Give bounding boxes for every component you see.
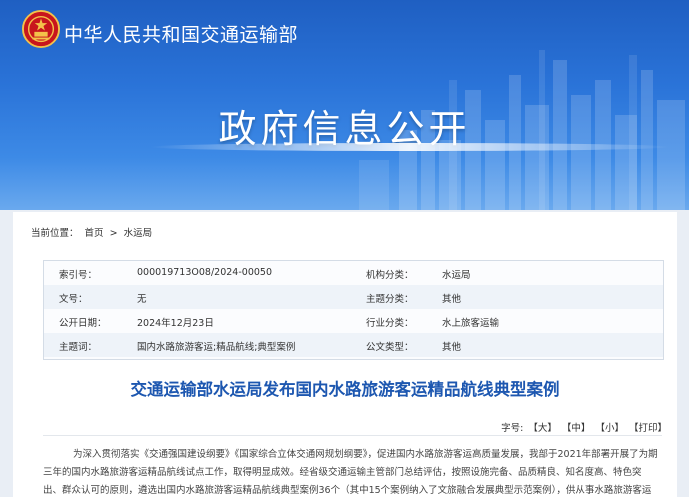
- docno-label: 文号：: [59, 294, 88, 305]
- font-large-button[interactable]: 【大】: [528, 423, 557, 434]
- industry-value: 水上旅客运输: [442, 318, 500, 329]
- breadcrumb-home-link[interactable]: 首页: [85, 228, 104, 239]
- divider: [43, 435, 662, 436]
- type-value: 其他: [442, 342, 462, 353]
- font-medium-button[interactable]: 【中】: [562, 423, 591, 434]
- article-paragraph-line: 为深入贯彻落实《交通强国建设纲要》《国家综合立体交通网规划纲要》，促进国内水路旅…: [73, 449, 658, 460]
- org-label: 机构分类：: [366, 270, 414, 281]
- metadata-row: 公开日期： 2024年12月23日 行业分类： 水上旅客运输: [44, 309, 663, 333]
- breadcrumb-separator: >: [109, 228, 118, 239]
- metadata-row: 索引号： 000019713O08/2024-00050 机构分类： 水运局: [44, 261, 663, 285]
- header-banner: 中华人民共和国交通运输部 政府信息公开: [0, 0, 689, 210]
- docno-value: 无: [137, 294, 147, 305]
- type-label: 公文类型：: [366, 342, 414, 353]
- metadata-row: 文号： 无 主题分类： 其他: [44, 285, 663, 309]
- font-size-toolbar: 字号: 【大】 【中】 【小】 【打印】: [499, 420, 667, 434]
- date-value: 2024年12月23日: [137, 318, 214, 329]
- article-title: 交通运输部水运局发布国内水路旅游客运精品航线典型案例: [130, 380, 560, 399]
- metadata-row: 主题词： 国内水路旅游客运;精品航线;典型案例 公文类型： 其他: [44, 333, 663, 357]
- content-panel: 当前位置： 首页 > 水运局 索引号： 000019713O08/2024-00…: [13, 212, 677, 497]
- topic-label: 主题分类：: [366, 294, 414, 305]
- org-value: 水运局: [442, 270, 471, 281]
- breadcrumb-current-link[interactable]: 水运局: [124, 228, 153, 239]
- national-emblem-icon: [22, 10, 60, 48]
- breadcrumb-prefix: 当前位置：: [31, 228, 79, 239]
- keywords-value: 国内水路旅游客运;精品航线;典型案例: [137, 342, 296, 353]
- index-label: 索引号：: [59, 270, 98, 281]
- article-paragraph-line: 出、群众认可的原则，遴选出国内水路旅游客运精品航线典型案例36个（其中15个案例…: [43, 485, 652, 496]
- article-paragraph-line: 三年的国内水路旅游客运精品航线试点工作，取得明显成效。经省级交通运输主管部门总结…: [43, 467, 642, 478]
- topic-value: 其他: [442, 294, 462, 305]
- site-name[interactable]: 中华人民共和国交通运输部: [64, 20, 298, 47]
- breadcrumb: 当前位置： 首页 > 水运局: [31, 225, 155, 239]
- print-button[interactable]: 【打印】: [629, 423, 667, 434]
- index-value: 000019713O08/2024-00050: [137, 267, 272, 278]
- date-label: 公开日期：: [59, 318, 107, 329]
- industry-label: 行业分类：: [366, 318, 414, 329]
- keywords-label: 主题词：: [59, 342, 98, 353]
- banner-swoosh: [150, 143, 670, 151]
- metadata-table: 索引号： 000019713O08/2024-00050 机构分类： 水运局 文…: [43, 260, 664, 360]
- font-size-label: 字号:: [501, 423, 524, 434]
- font-small-button[interactable]: 【小】: [595, 423, 624, 434]
